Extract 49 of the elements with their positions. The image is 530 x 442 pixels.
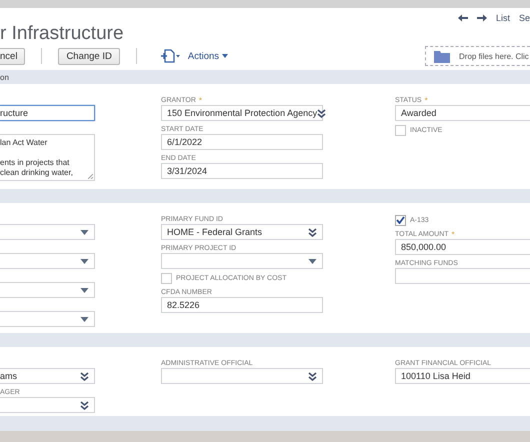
dropdown-field[interactable] bbox=[161, 368, 323, 384]
dropdown-field[interactable]: ams bbox=[0, 368, 95, 384]
dropdown-arrow-icon bbox=[80, 315, 89, 323]
dropdown-arrow-icon bbox=[80, 257, 89, 265]
required-asterisk-text: * bbox=[198, 96, 202, 104]
input-field[interactable] bbox=[395, 268, 530, 284]
toolbar-button[interactable]: ncel bbox=[0, 48, 26, 64]
double-chevron-icon bbox=[80, 372, 89, 380]
dropdown-field[interactable] bbox=[0, 224, 95, 240]
input-field[interactable]: Awarded bbox=[395, 105, 530, 121]
text-area[interactable]: lan Act Water ents in projects that clean drinking water, bbox=[0, 134, 95, 181]
section-title: on bbox=[0, 72, 9, 82]
dropdown-arrow-icon bbox=[80, 286, 89, 294]
toolbar-button[interactable]: Change ID bbox=[58, 48, 120, 64]
input-field[interactable]: 850,000.00 bbox=[395, 239, 530, 255]
double-chevron-icon bbox=[80, 400, 89, 410]
dropdown-field[interactable] bbox=[161, 253, 323, 269]
input-field[interactable]: ructure bbox=[0, 105, 95, 121]
required-asterisk-text: * bbox=[452, 230, 455, 238]
double-chevron-icon bbox=[317, 108, 326, 118]
nav-link[interactable]: List bbox=[496, 13, 510, 23]
dropdown-field[interactable] bbox=[0, 311, 95, 327]
dropdown-field[interactable] bbox=[0, 282, 95, 298]
drop-zone-text: Drop files here. Clic bbox=[459, 52, 529, 60]
nav-link[interactable]: Se bbox=[518, 13, 530, 23]
double-chevron-icon bbox=[308, 228, 317, 236]
new-document-icon bbox=[160, 49, 180, 63]
folder-icon bbox=[434, 50, 450, 62]
left-arrow-icon bbox=[458, 14, 468, 22]
dropdown-field[interactable] bbox=[0, 253, 95, 269]
actions-menu[interactable]: Actions bbox=[188, 50, 228, 62]
checkbox[interactable] bbox=[395, 214, 406, 226]
caret-icon bbox=[222, 54, 228, 58]
checkmark-icon bbox=[396, 216, 405, 224]
input-field[interactable]: 100110 Lisa Heid bbox=[395, 368, 530, 384]
required-asterisk-text: * bbox=[424, 96, 428, 104]
dropdown-arrow-icon bbox=[80, 228, 89, 236]
file-drop-zone[interactable]: Drop files here. Clic bbox=[425, 46, 530, 66]
input-field[interactable]: 82.5226 bbox=[161, 297, 323, 313]
input-field[interactable]: 3/31/2024 bbox=[161, 163, 323, 179]
double-chevron-icon bbox=[308, 372, 317, 380]
page-title: r Infrastructure bbox=[0, 24, 125, 44]
dropdown-field[interactable] bbox=[0, 397, 95, 413]
dropdown-field[interactable]: HOME - Federal Grants bbox=[161, 224, 323, 240]
resize-grip-icon bbox=[88, 174, 93, 179]
dropdown-arrow-icon bbox=[308, 257, 317, 265]
dropdown-field[interactable]: 150 Environmental Protection Agency bbox=[161, 105, 323, 121]
right-arrow-icon bbox=[476, 14, 487, 22]
input-field[interactable]: 6/1/2022 bbox=[161, 134, 323, 150]
